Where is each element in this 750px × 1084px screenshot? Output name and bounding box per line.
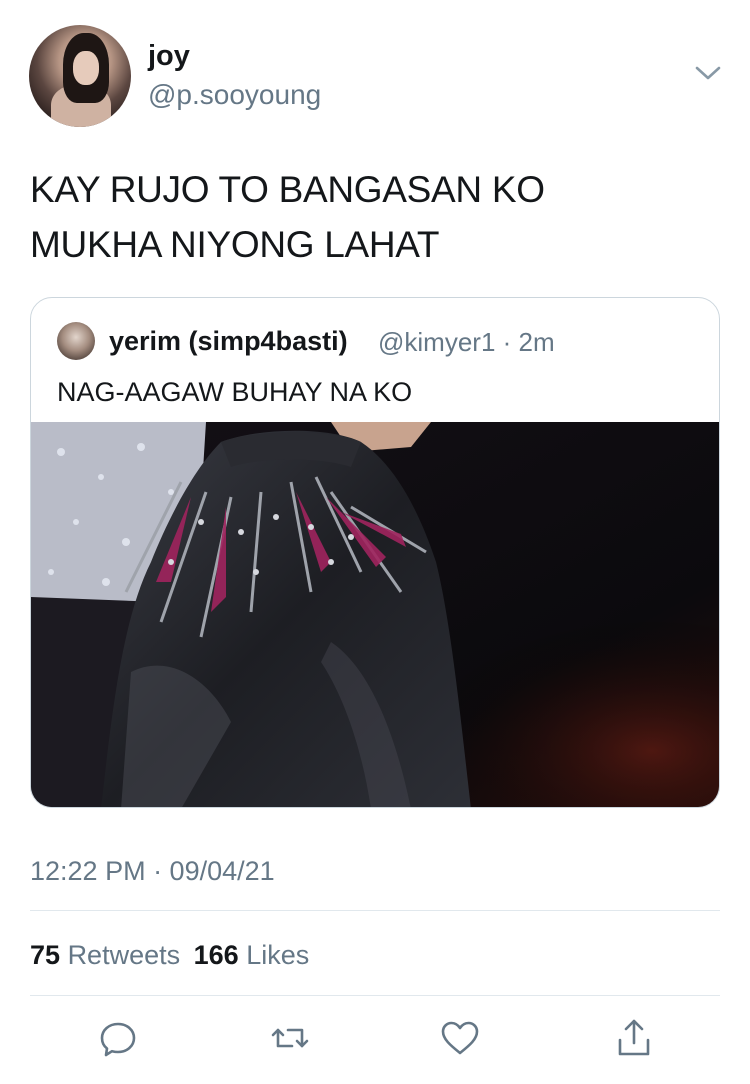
display-name[interactable]: joy (148, 40, 190, 73)
retweets-stat[interactable]: 75 Retweets (30, 940, 188, 970)
quoted-display-name: yerim (simp4basti) (109, 326, 348, 356)
heart-icon[interactable] (438, 1016, 482, 1060)
retweets-count: 75 (30, 940, 61, 970)
likes-count: 166 (193, 940, 239, 970)
quoted-media-image[interactable] (31, 422, 720, 808)
share-icon[interactable] (612, 1016, 656, 1060)
tweet-text-line-2: MUKHA NIYONG LAHAT (30, 224, 440, 265)
chevron-down-icon[interactable] (693, 62, 723, 84)
tweet-timestamp[interactable]: 12:22 PM · 09/04/21 (30, 856, 275, 887)
quoted-tweet-card[interactable]: yerim (simp4basti) @kimyer1 · 2m NAG-AAG… (30, 297, 720, 808)
tweet-text-line-1: KAY RUJO TO BANGASAN KO (30, 169, 545, 210)
divider (30, 995, 720, 996)
quoted-tweet-text: NAG-AAGAW BUHAY NA KO (57, 377, 413, 407)
action-bar (0, 1016, 750, 1062)
user-handle[interactable]: @p.sooyoung (148, 79, 321, 111)
quoted-avatar (57, 322, 95, 360)
reply-icon[interactable] (96, 1016, 140, 1060)
engagement-stats: 75 Retweets 166 Likes (30, 940, 309, 971)
retweet-icon[interactable] (268, 1016, 312, 1060)
avatar[interactable] (29, 25, 131, 127)
likes-label: Likes (246, 940, 310, 970)
divider (30, 910, 720, 911)
likes-stat[interactable]: 166 Likes (194, 940, 310, 970)
tweet-text: KAY RUJO TO BANGASAN KO MUKHA NIYONG LAH… (30, 162, 720, 272)
quoted-handle-time: @kimyer1 · 2m (378, 327, 555, 357)
tweet-header: joy @p.sooyoung (0, 0, 750, 140)
retweets-label: Retweets (67, 940, 181, 970)
